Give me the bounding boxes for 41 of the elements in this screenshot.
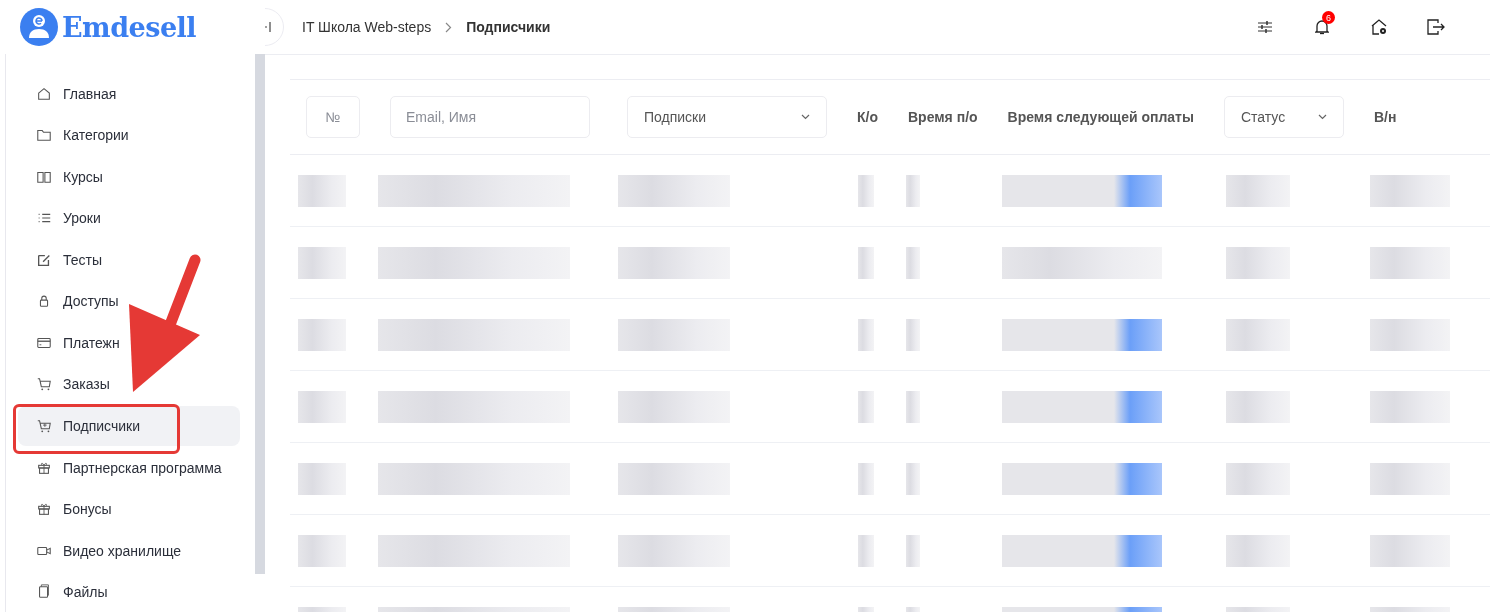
sidebar-item[interactable]: Курсы — [18, 157, 240, 197]
logout-icon — [1427, 19, 1445, 35]
files-icon — [36, 584, 52, 601]
house-icon — [36, 85, 52, 102]
sidebar-item[interactable]: Главная — [18, 74, 240, 114]
sidebar-item[interactable]: Уроки — [18, 198, 240, 239]
scrollbar[interactable] — [255, 54, 265, 574]
cart-icon — [36, 376, 52, 393]
sidebar-item[interactable]: Подписчики — [18, 406, 240, 446]
number-filter-field[interactable]: № — [306, 96, 360, 138]
sidebar-item[interactable]: Платежн — [18, 323, 240, 363]
search-field[interactable]: Email, Имя — [390, 96, 590, 138]
sidebar-item[interactable]: Файлы — [18, 572, 240, 612]
sidebar-item[interactable]: Категории — [18, 115, 240, 156]
notifications-button[interactable]: 6 — [1306, 11, 1338, 43]
sidebar-item[interactable]: Тесты — [18, 240, 240, 280]
sidebar-item[interactable]: Доступы — [18, 281, 240, 322]
bell-icon — [1315, 19, 1329, 35]
filter-dropdown[interactable]: Статус — [1223, 96, 1344, 138]
sidebar-item[interactable]: Видео хранилище — [18, 530, 240, 571]
column-header: Время п/о — [908, 109, 978, 125]
chevron-down-icon — [1317, 114, 1327, 120]
logo-text: Emdesell — [62, 11, 197, 43]
sidebar-item[interactable]: Партнерская программа — [18, 447, 240, 488]
sliders-icon — [1258, 21, 1272, 33]
sidebar-item[interactable]: Заказы — [18, 364, 240, 405]
chevron-down-icon — [801, 114, 810, 120]
filter-dropdown[interactable]: Подписки — [627, 96, 827, 138]
chevron-right-icon — [445, 21, 453, 33]
column-header: Время следующей оплаты — [1007, 109, 1194, 125]
gift-icon — [36, 501, 52, 518]
notification-count-badge: 6 — [1322, 11, 1335, 24]
breadcrumb-link[interactable]: IT Школа Web-steps — [302, 19, 432, 35]
breadcrumb-current: Подписчики — [466, 19, 551, 35]
folder-icon — [36, 127, 52, 144]
sidebar-item[interactable]: Бонусы — [18, 489, 240, 529]
house-gear-icon — [1370, 19, 1388, 35]
cart-plus-icon — [36, 418, 52, 434]
logo-icon — [20, 8, 58, 46]
column-header: В/н — [1373, 109, 1397, 125]
column-header: К/о — [857, 109, 878, 125]
